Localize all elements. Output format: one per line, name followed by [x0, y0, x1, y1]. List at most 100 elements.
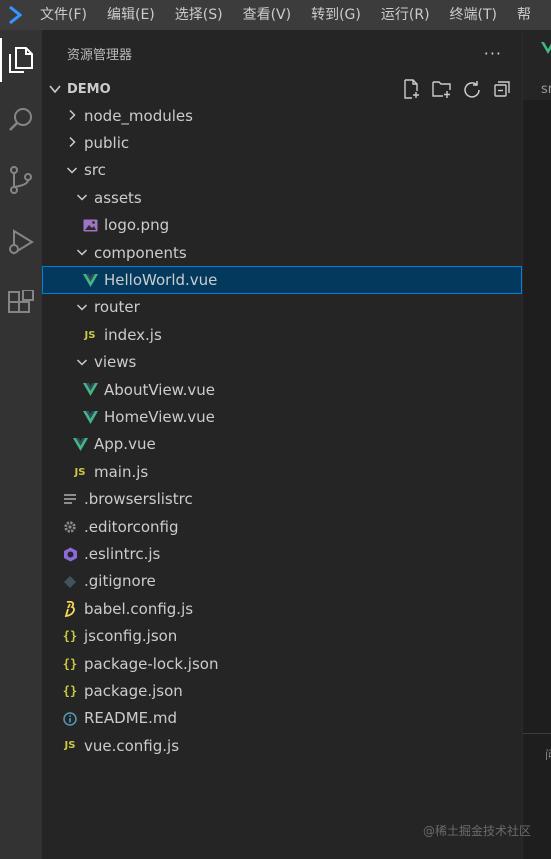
search-icon[interactable] — [0, 98, 42, 142]
gear-icon — [62, 519, 78, 535]
js-file-icon: JS — [64, 740, 76, 752]
tree-file-row[interactable]: JS main.js — [42, 458, 522, 485]
babel-icon — [62, 601, 78, 618]
editor-tab-label: sr — [541, 82, 551, 97]
json-file-icon: {} — [62, 629, 78, 644]
tree-item-label: main.js — [94, 462, 149, 481]
tree-file-row[interactable]: App.vue — [42, 431, 522, 458]
tree-item-label: package.json — [84, 681, 183, 700]
tree-folder-row[interactable]: public — [42, 129, 522, 156]
chevron-down-icon — [76, 194, 88, 201]
menu-go[interactable]: 转到(G) — [301, 0, 371, 30]
tree-folder-row[interactable]: node_modules — [42, 102, 522, 129]
tree-folder-row[interactable]: assets — [42, 184, 522, 211]
vue-file-icon — [541, 42, 551, 54]
tree-item-label: logo.png — [104, 216, 170, 235]
tree-file-row[interactable]: .eslintrc.js — [42, 540, 522, 567]
tree-file-row[interactable]: {} package-lock.json — [42, 650, 522, 677]
tree-folder-row[interactable]: components — [42, 239, 522, 266]
tree-file-row[interactable]: logo.png — [42, 212, 522, 239]
more-actions-button[interactable]: ··· — [484, 44, 502, 63]
activity-bar — [0, 30, 42, 859]
chevron-down-icon — [49, 85, 61, 94]
collapse-all-icon[interactable] — [492, 79, 512, 99]
refresh-icon[interactable] — [462, 79, 482, 99]
tree-item-label: babel.config.js — [84, 599, 194, 618]
chevron-down-icon — [66, 167, 78, 174]
vue-file-icon — [72, 437, 88, 453]
tree-file-row[interactable]: .editorconfig — [42, 513, 522, 540]
tree-file-row[interactable]: README.md — [42, 705, 522, 732]
json-file-icon: {} — [62, 656, 78, 671]
tree-file-row[interactable]: .gitignore — [42, 568, 522, 595]
tree-item-label: HelloWorld.vue — [104, 271, 218, 290]
chevron-right-icon — [69, 109, 76, 121]
tree-item-label: components — [94, 243, 187, 262]
tree-item-label: index.js — [104, 325, 162, 344]
tree-file-row[interactable]: babel.config.js — [42, 595, 522, 622]
git-icon — [62, 574, 78, 590]
menu-run[interactable]: 运行(R) — [371, 0, 440, 30]
tree-item-label: jsconfig.json — [84, 627, 178, 646]
tree-item-label: README.md — [84, 709, 178, 728]
vue-file-icon — [82, 382, 98, 398]
tree-file-row[interactable]: {} jsconfig.json — [42, 622, 522, 649]
menu-selection[interactable]: 选择(S) — [165, 0, 233, 30]
menu-edit[interactable]: 编辑(E) — [97, 0, 165, 30]
tree-item-label: .gitignore — [84, 572, 156, 591]
run-debug-icon[interactable] — [0, 220, 42, 264]
new-folder-icon[interactable] — [432, 79, 452, 99]
tree-item-label: .editorconfig — [84, 517, 179, 536]
menu-bar: 文件(F) 编辑(E) 选择(S) 查看(V) 转到(G) 运行(R) 终端(T… — [30, 0, 541, 30]
tree-file-row[interactable]: JS vue.config.js — [42, 732, 522, 759]
workspace-folder-header[interactable]: DEMO — [42, 76, 522, 102]
new-file-icon[interactable] — [402, 79, 422, 99]
panel-divider — [523, 733, 551, 734]
menu-file[interactable]: 文件(F) — [30, 0, 97, 30]
vscode-logo-icon[interactable] — [0, 0, 30, 30]
chevron-down-icon — [76, 249, 88, 256]
js-file-icon: JS — [74, 466, 86, 478]
tree-item-label: App.vue — [94, 435, 156, 454]
file-tree: node_modulespublic src assets logo.png compo… — [42, 102, 522, 759]
sidebar-title: 资源管理器 — [67, 47, 133, 63]
json-file-icon: {} — [62, 684, 78, 699]
tree-file-row[interactable]: HomeView.vue — [42, 403, 522, 430]
vue-file-icon — [82, 409, 98, 425]
title-bar: 文件(F) 编辑(E) 选择(S) 查看(V) 转到(G) 运行(R) 终端(T… — [0, 0, 551, 30]
js-file-icon: JS — [84, 329, 96, 341]
menu-help[interactable]: 帮 — [507, 0, 541, 30]
tree-item-label: public — [84, 134, 130, 153]
editor-area: sr 问 — [522, 30, 551, 859]
menu-view[interactable]: 查看(V) — [233, 0, 302, 30]
image-file-icon — [82, 218, 98, 234]
chevron-down-icon — [76, 358, 88, 366]
tree-file-row[interactable]: HelloWorld.vue — [42, 266, 522, 294]
tree-folder-row[interactable]: views — [42, 349, 522, 376]
sidebar-header: 资源管理器 ··· — [42, 30, 522, 76]
tree-item-label: .eslintrc.js — [84, 544, 161, 563]
tree-folder-row[interactable]: router — [42, 294, 522, 321]
tree-item-label: .browserslistrc — [84, 490, 193, 509]
source-control-icon[interactable] — [0, 158, 42, 202]
eslint-icon — [62, 546, 78, 562]
tree-folder-row[interactable]: src — [42, 157, 522, 184]
tree-item-label: views — [94, 353, 137, 372]
info-icon — [62, 711, 78, 727]
explorer-icon[interactable] — [0, 38, 42, 82]
tree-file-row[interactable]: AboutView.vue — [42, 376, 522, 403]
extensions-icon[interactable] — [0, 282, 42, 326]
editor-tab[interactable]: sr — [523, 30, 551, 100]
text-lines-icon — [62, 491, 78, 507]
panel-title[interactable]: 问 — [545, 746, 551, 763]
tree-file-row[interactable]: {} package.json — [42, 677, 522, 704]
tree-item-label: HomeView.vue — [104, 407, 215, 426]
menu-terminal[interactable]: 终端(T) — [440, 0, 507, 30]
vue-file-icon — [82, 272, 98, 288]
tree-file-row[interactable]: .browserslistrc — [42, 485, 522, 512]
tree-item-label: vue.config.js — [84, 736, 180, 755]
tree-item-label: src — [84, 161, 106, 180]
tree-file-row[interactable]: JS index.js — [42, 321, 522, 348]
tree-item-label: node_modules — [84, 106, 193, 125]
explorer-sidebar: 资源管理器 ··· DEMO node_modulespublic src asse… — [42, 30, 522, 859]
